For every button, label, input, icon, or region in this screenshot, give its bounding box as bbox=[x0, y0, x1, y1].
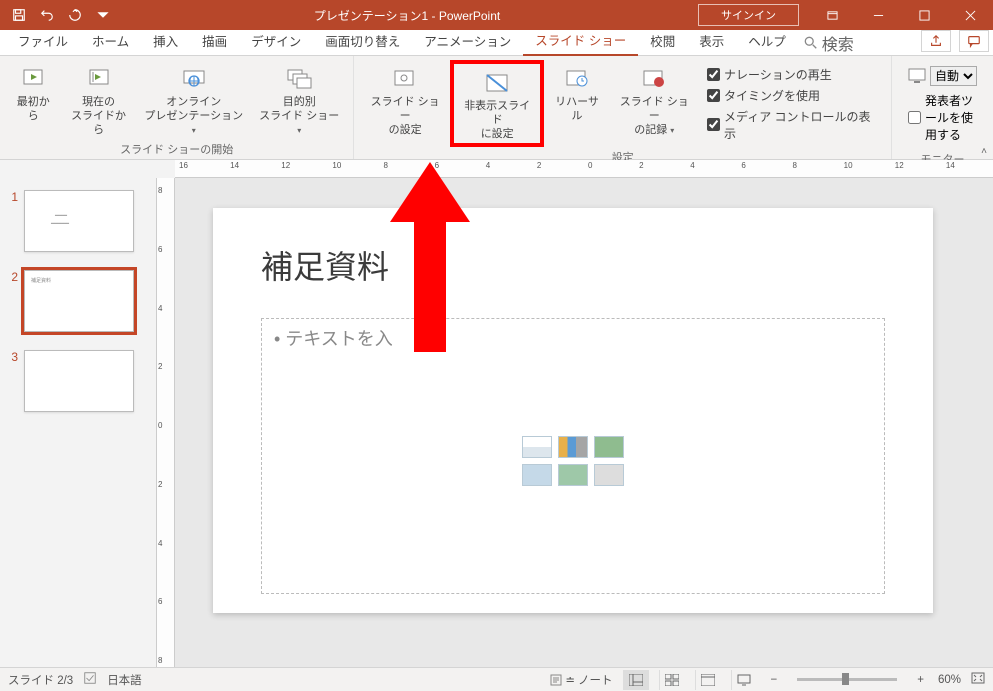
titlebar: プレゼンテーション1 - PowerPoint サインイン bbox=[0, 0, 993, 30]
tab-animations[interactable]: アニメーション bbox=[412, 27, 523, 55]
thumbnail-2[interactable]: 補足資料 bbox=[24, 270, 134, 332]
from-current-button[interactable]: 現在の スライドから bbox=[61, 60, 137, 139]
insert-chart-icon[interactable] bbox=[558, 436, 588, 458]
slide-thumbnails: 1 ━━━━ ━━━━━━ 2 補足資料 3 bbox=[0, 178, 157, 667]
reading-view-button[interactable] bbox=[695, 670, 721, 690]
fit-to-window-button[interactable] bbox=[971, 672, 985, 687]
ruler-vertical: 864202468 bbox=[157, 178, 175, 667]
group-label-start: スライド ショーの開始 bbox=[6, 139, 347, 160]
quick-access-toolbar bbox=[0, 3, 116, 27]
presenter-view-checkbox[interactable]: 発表者ツールを使用する bbox=[908, 92, 977, 143]
chevron-down-icon: ▾ bbox=[192, 126, 196, 135]
tab-view[interactable]: 表示 bbox=[687, 27, 736, 55]
chevron-down-icon: ▾ bbox=[670, 126, 674, 135]
spellcheck-icon[interactable] bbox=[83, 671, 97, 688]
notes-button[interactable]: ≐ ノート bbox=[550, 672, 612, 688]
media-controls-checkbox[interactable]: メディア コントロールの表示 bbox=[707, 108, 877, 142]
narration-checkbox[interactable]: ナレーションの再生 bbox=[707, 66, 877, 83]
setup-slideshow-button[interactable]: スライド ショー の設定 bbox=[360, 60, 450, 147]
thumbnail-1[interactable]: ━━━━ ━━━━━━ bbox=[24, 190, 134, 252]
record-slideshow-button[interactable]: スライド ショー の記録 ▾ bbox=[610, 60, 700, 147]
timing-checkbox[interactable]: タイミングを使用 bbox=[707, 87, 877, 104]
slide-title[interactable]: 補足資料 bbox=[261, 242, 389, 288]
undo-button[interactable] bbox=[34, 3, 60, 27]
zoom-out-button[interactable]: − bbox=[767, 674, 782, 686]
ribbon-tabs: ファイル ホーム 挿入 描画 デザイン 画面切り替え アニメーション スライド … bbox=[0, 30, 993, 56]
zoom-in-button[interactable]: + bbox=[913, 674, 928, 686]
language-label[interactable]: 日本語 bbox=[107, 672, 142, 688]
ruler-horizontal: 1614121086420246810121416 bbox=[175, 160, 993, 178]
tab-transitions[interactable]: 画面切り替え bbox=[313, 27, 412, 55]
thumbnail-3[interactable] bbox=[24, 350, 134, 412]
redo-button[interactable] bbox=[62, 3, 88, 27]
content-placeholder[interactable]: • テキストを入 bbox=[261, 318, 885, 594]
share-button[interactable] bbox=[921, 30, 951, 52]
tab-design[interactable]: デザイン bbox=[239, 27, 313, 55]
monitor-select[interactable]: 自動 bbox=[930, 66, 977, 86]
tab-review[interactable]: 校閲 bbox=[638, 27, 687, 55]
hide-slide-button[interactable]: 非表示スライド に設定 bbox=[450, 60, 545, 147]
insert-smartart-icon[interactable] bbox=[594, 436, 624, 458]
tell-me-search[interactable]: 検索 bbox=[804, 31, 854, 55]
group-start-slideshow: 最初から 現在の スライドから オンライン プレゼンテーション ▾ 目的別 スラ… bbox=[0, 56, 354, 159]
signin-button[interactable]: サインイン bbox=[698, 4, 799, 26]
minimize-button[interactable] bbox=[855, 0, 901, 30]
tab-home[interactable]: ホーム bbox=[80, 27, 141, 55]
save-button[interactable] bbox=[6, 3, 32, 27]
thumb-number: 1 bbox=[8, 190, 18, 204]
statusbar: スライド 2/3 日本語 ≐ ノート − + 60% bbox=[0, 667, 993, 691]
slide-counter[interactable]: スライド 2/3 bbox=[8, 672, 73, 688]
group-setup: スライド ショー の設定 非表示スライド に設定 リハーサル スライド ショー … bbox=[354, 56, 892, 159]
custom-slideshow-button[interactable]: 目的別 スライド ショー ▾ bbox=[251, 60, 347, 139]
tab-help[interactable]: ヘルプ bbox=[736, 27, 798, 55]
close-button[interactable] bbox=[947, 0, 993, 30]
chevron-down-icon: ▾ bbox=[297, 126, 301, 135]
insert-picture-icon[interactable] bbox=[522, 464, 552, 486]
zoom-slider[interactable] bbox=[797, 678, 897, 681]
tab-slideshow[interactable]: スライド ショー bbox=[523, 26, 638, 56]
insert-table-icon[interactable] bbox=[522, 436, 552, 458]
content-text: • テキストを入 bbox=[274, 325, 393, 351]
main-area: 1 ━━━━ ━━━━━━ 2 補足資料 3 864202468 補足資料 • … bbox=[0, 178, 993, 667]
normal-view-button[interactable] bbox=[623, 670, 649, 690]
online-presentation-button[interactable]: オンライン プレゼンテーション ▾ bbox=[137, 60, 252, 139]
maximize-button[interactable] bbox=[901, 0, 947, 30]
tab-insert[interactable]: 挿入 bbox=[141, 27, 190, 55]
insert-online-picture-icon[interactable] bbox=[558, 464, 588, 486]
search-label: 検索 bbox=[822, 31, 854, 55]
placeholder-icons bbox=[522, 436, 624, 486]
setup-checkboxes: ナレーションの再生 タイミングを使用 メディア コントロールの表示 bbox=[699, 60, 885, 147]
rehearse-button[interactable]: リハーサル bbox=[544, 60, 609, 147]
from-beginning-button[interactable]: 最初から bbox=[6, 60, 61, 139]
tab-file[interactable]: ファイル bbox=[6, 27, 80, 55]
ribbon: 最初から 現在の スライドから オンライン プレゼンテーション ▾ 目的別 スラ… bbox=[0, 56, 993, 160]
window-title: プレゼンテーション1 - PowerPoint bbox=[116, 7, 698, 24]
collapse-ribbon-button[interactable]: ˄ bbox=[981, 146, 987, 157]
qat-more-button[interactable] bbox=[90, 3, 116, 27]
thumb-number: 3 bbox=[8, 350, 18, 364]
slide-canvas[interactable]: 補足資料 • テキストを入 bbox=[213, 208, 933, 613]
sorter-view-button[interactable] bbox=[659, 670, 685, 690]
zoom-level[interactable]: 60% bbox=[938, 674, 961, 686]
tab-draw[interactable]: 描画 bbox=[190, 27, 239, 55]
ribbon-display-button[interactable] bbox=[809, 0, 855, 30]
slide-editor: 864202468 補足資料 • テキストを入 bbox=[157, 178, 993, 667]
slideshow-view-button[interactable] bbox=[731, 670, 757, 690]
insert-video-icon[interactable] bbox=[594, 464, 624, 486]
monitor-icon bbox=[908, 68, 926, 84]
group-monitor: 自動 発表者ツールを使用する モニター bbox=[892, 56, 993, 159]
comments-button[interactable] bbox=[959, 30, 989, 52]
thumb-number: 2 bbox=[8, 270, 18, 284]
